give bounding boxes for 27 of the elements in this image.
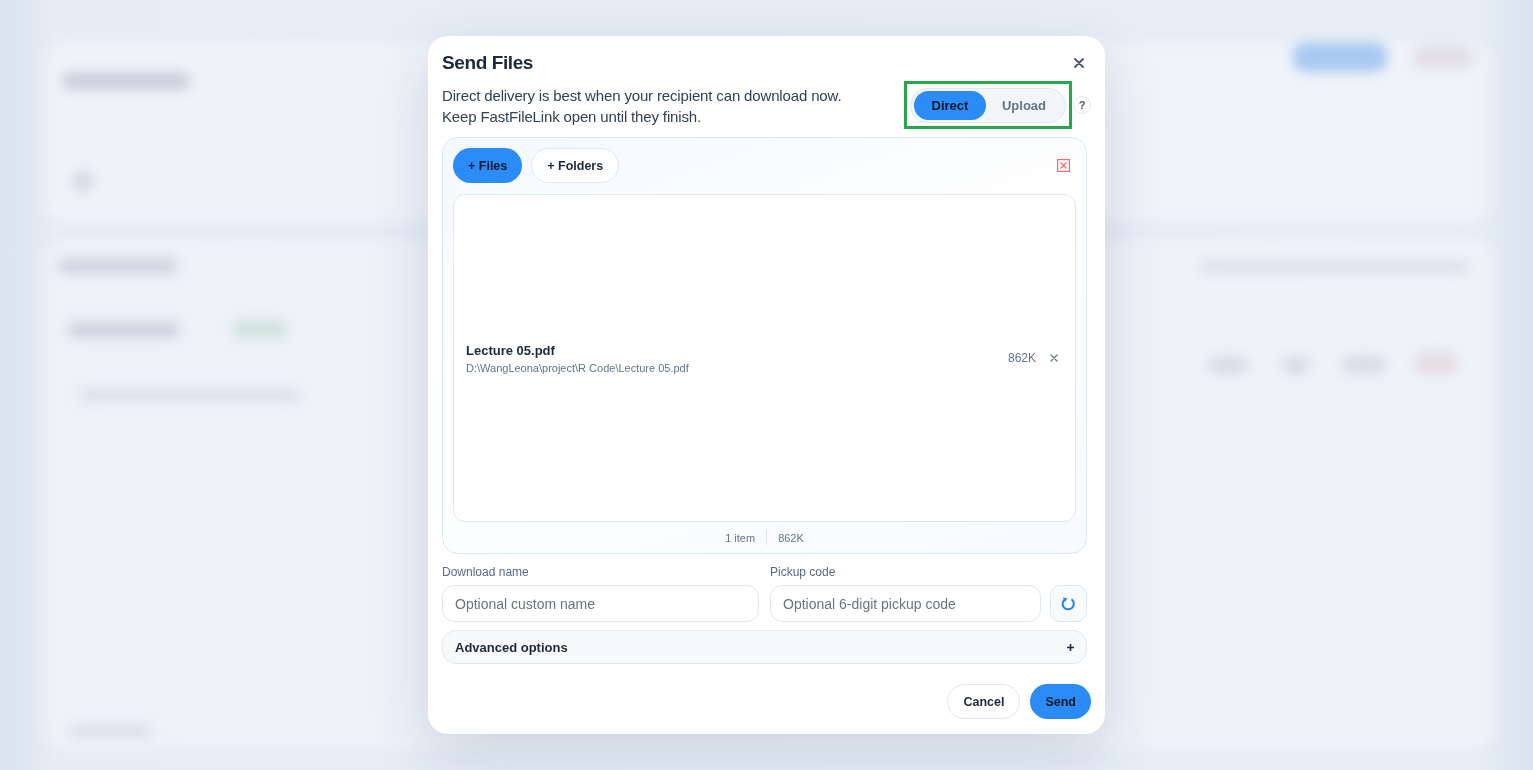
file-path: D:\WangLeona\project\R Code\Lecture 05.pdf — [466, 361, 690, 374]
add-button[interactable]: + Files — [453, 148, 523, 183]
close-icon — [1074, 58, 1084, 68]
close-icon — [1050, 354, 1058, 362]
dialog-title: Send Files — [442, 52, 534, 74]
mode-option[interactable]: Upload — [986, 91, 1062, 120]
help-button[interactable]: ? — [1073, 96, 1091, 114]
field-label: Pickup code — [770, 565, 836, 579]
field-label: Download name — [442, 565, 529, 579]
action-button[interactable]: Cancel — [947, 684, 1021, 719]
refresh-button[interactable] — [1050, 585, 1087, 622]
total-size: 862K — [778, 531, 804, 544]
clear-icon — [1057, 159, 1070, 172]
input-field[interactable]: Optional 6-digit pickup code — [770, 585, 1041, 622]
refresh-icon — [1061, 595, 1076, 612]
item-count: 1 item — [725, 531, 756, 544]
input-field[interactable]: Optional custom name — [442, 585, 759, 622]
mode-option[interactable]: Direct — [914, 91, 986, 120]
action-button[interactable]: Send — [1030, 684, 1091, 719]
clear-all-button[interactable] — [1057, 159, 1070, 172]
advanced-options-toggle[interactable]: Advanced options — [442, 630, 1087, 664]
close-button[interactable] — [1074, 58, 1084, 68]
file-size: 862K — [1007, 351, 1036, 365]
remove-file-button[interactable] — [1050, 354, 1058, 362]
dialog-description: Direct delivery is best when your recipient can download now. Keep FastFileLink open until they finish. — [442, 86, 842, 127]
add-button[interactable]: + Folders — [531, 148, 620, 183]
file-name: Lecture 05.pdf — [466, 342, 556, 358]
